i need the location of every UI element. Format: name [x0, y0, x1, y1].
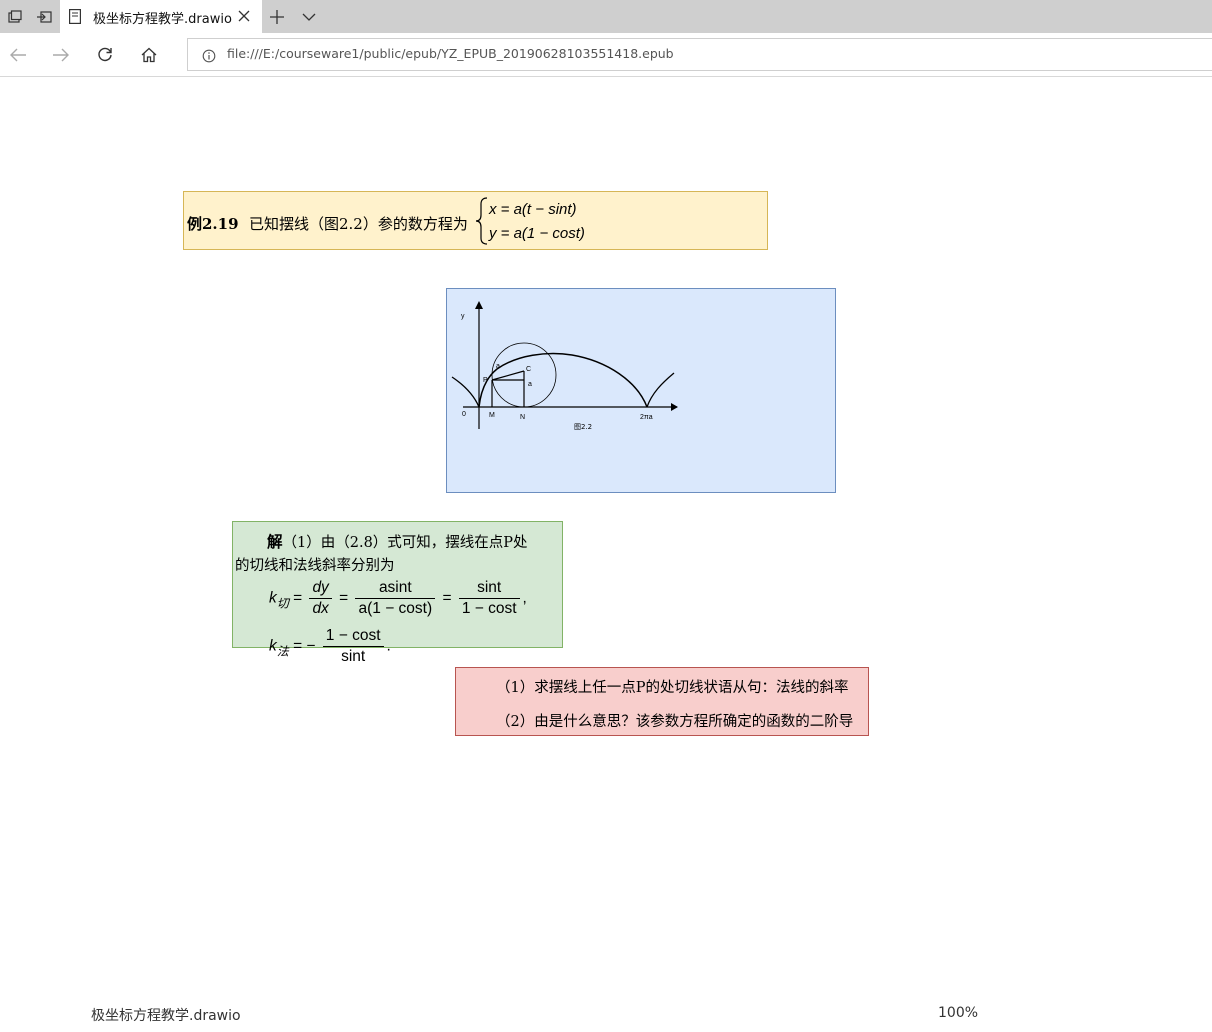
- tab-actions-icon[interactable]: [0, 0, 30, 33]
- label-origin: 0: [462, 411, 466, 418]
- normal-sub: 法: [276, 644, 289, 659]
- solution-box[interactable]: 解（1）由（2.8）式可知，摆线在点P处 的切线和法线斜率分别为 k切 = dy…: [232, 521, 563, 665]
- example-text: 已知摆线（图2.2）参的数方程为: [249, 215, 468, 233]
- tab-title: 极坐标方程教学.drawio: [93, 12, 232, 27]
- info-icon[interactable]: [202, 48, 216, 63]
- question-1: （1）求摆线上任一点P的处切线状语从句：法线的斜率: [496, 680, 849, 696]
- label-a1: a: [496, 363, 500, 370]
- home-icon: [141, 47, 157, 63]
- figure-caption: 图2.2: [574, 423, 592, 431]
- question-2: （2）由是什么意思？该参数方程所确定的函数的二阶导: [496, 714, 854, 730]
- tangent-sub: 切: [276, 596, 289, 611]
- fraction-asint: asint a(1 − cost): [355, 578, 436, 619]
- cycloid-left-arch: [451, 376, 480, 408]
- label-p: P: [483, 377, 488, 384]
- status-filename: 极坐标方程教学.drawio: [91, 1008, 241, 1024]
- tangent-slope-formula: k切 = dy dx = asint a(1 − cost) = sint 1 …: [269, 578, 527, 619]
- forward-button[interactable]: [46, 41, 76, 69]
- example-box[interactable]: 例2.19 已知摆线（图2.2）参的数方程为 x = a(t − sint) y…: [183, 191, 768, 250]
- set-aside-tabs-icon[interactable]: [29, 0, 59, 33]
- address-bar-row: file:///E:/courseware1/public/epub/YZ_EP…: [0, 33, 1212, 77]
- label-a2: a: [528, 381, 532, 388]
- chevron-down-icon[interactable]: [294, 0, 324, 33]
- tab-bar: 极坐标方程教学.drawio: [0, 0, 1212, 33]
- label-c: C: [526, 366, 531, 373]
- fraction-dy-dx: dy dx: [309, 578, 332, 619]
- question-box[interactable]: （1）求摆线上任一点P的处切线状语从句：法线的斜率 （2）由是什么意思？该参数方…: [455, 667, 869, 736]
- page-icon: [69, 9, 82, 28]
- equation-y: y = a(1 − cost): [489, 225, 585, 242]
- cycloid-right-arch: [646, 372, 675, 408]
- refresh-icon: [98, 47, 112, 62]
- new-tab-icon[interactable]: [262, 0, 292, 33]
- address-bar[interactable]: file:///E:/courseware1/public/epub/YZ_EP…: [187, 38, 1212, 71]
- solution-line-1: 解（1）由（2.8）式可知，摆线在点P处: [267, 530, 528, 552]
- label-y: y: [461, 313, 465, 320]
- solution-line-2: 的切线和法线斜率分别为: [235, 558, 395, 574]
- normal-slope-formula: k法 = − 1 − cost sint .: [269, 626, 391, 667]
- home-button[interactable]: [134, 41, 164, 69]
- figure-box[interactable]: y 0 P a C a M N 2πa 图2.2: [446, 288, 836, 493]
- close-icon[interactable]: [236, 8, 252, 24]
- fraction-sint: sint 1 − cost: [458, 578, 520, 619]
- forward-arrow-icon: [53, 48, 69, 62]
- equation-x: x = a(t − sint): [489, 201, 577, 218]
- tab-actions-svg: [8, 9, 22, 23]
- solution-line-1-text: （1）由（2.8）式可知，摆线在点P处: [282, 535, 528, 551]
- fraction-normal: 1 − cost sint: [322, 626, 384, 667]
- label-m: M: [489, 412, 495, 419]
- url-text: file:///E:/courseware1/public/epub/YZ_EP…: [227, 46, 674, 61]
- zoom-level[interactable]: 100%: [938, 1005, 978, 1021]
- tab-active[interactable]: 极坐标方程教学.drawio: [60, 0, 262, 33]
- refresh-button[interactable]: [90, 41, 120, 69]
- label-n: N: [520, 414, 525, 421]
- left-brace-icon: [475, 197, 488, 245]
- solution-bold: 解: [267, 532, 283, 551]
- example-label: 例2.19: [187, 215, 239, 233]
- back-button[interactable]: [3, 41, 33, 69]
- label-2pia: 2πa: [640, 414, 653, 421]
- back-arrow-icon: [10, 48, 26, 62]
- cycloid-figure: y 0 P a C a M N 2πa 图2.2: [451, 301, 678, 431]
